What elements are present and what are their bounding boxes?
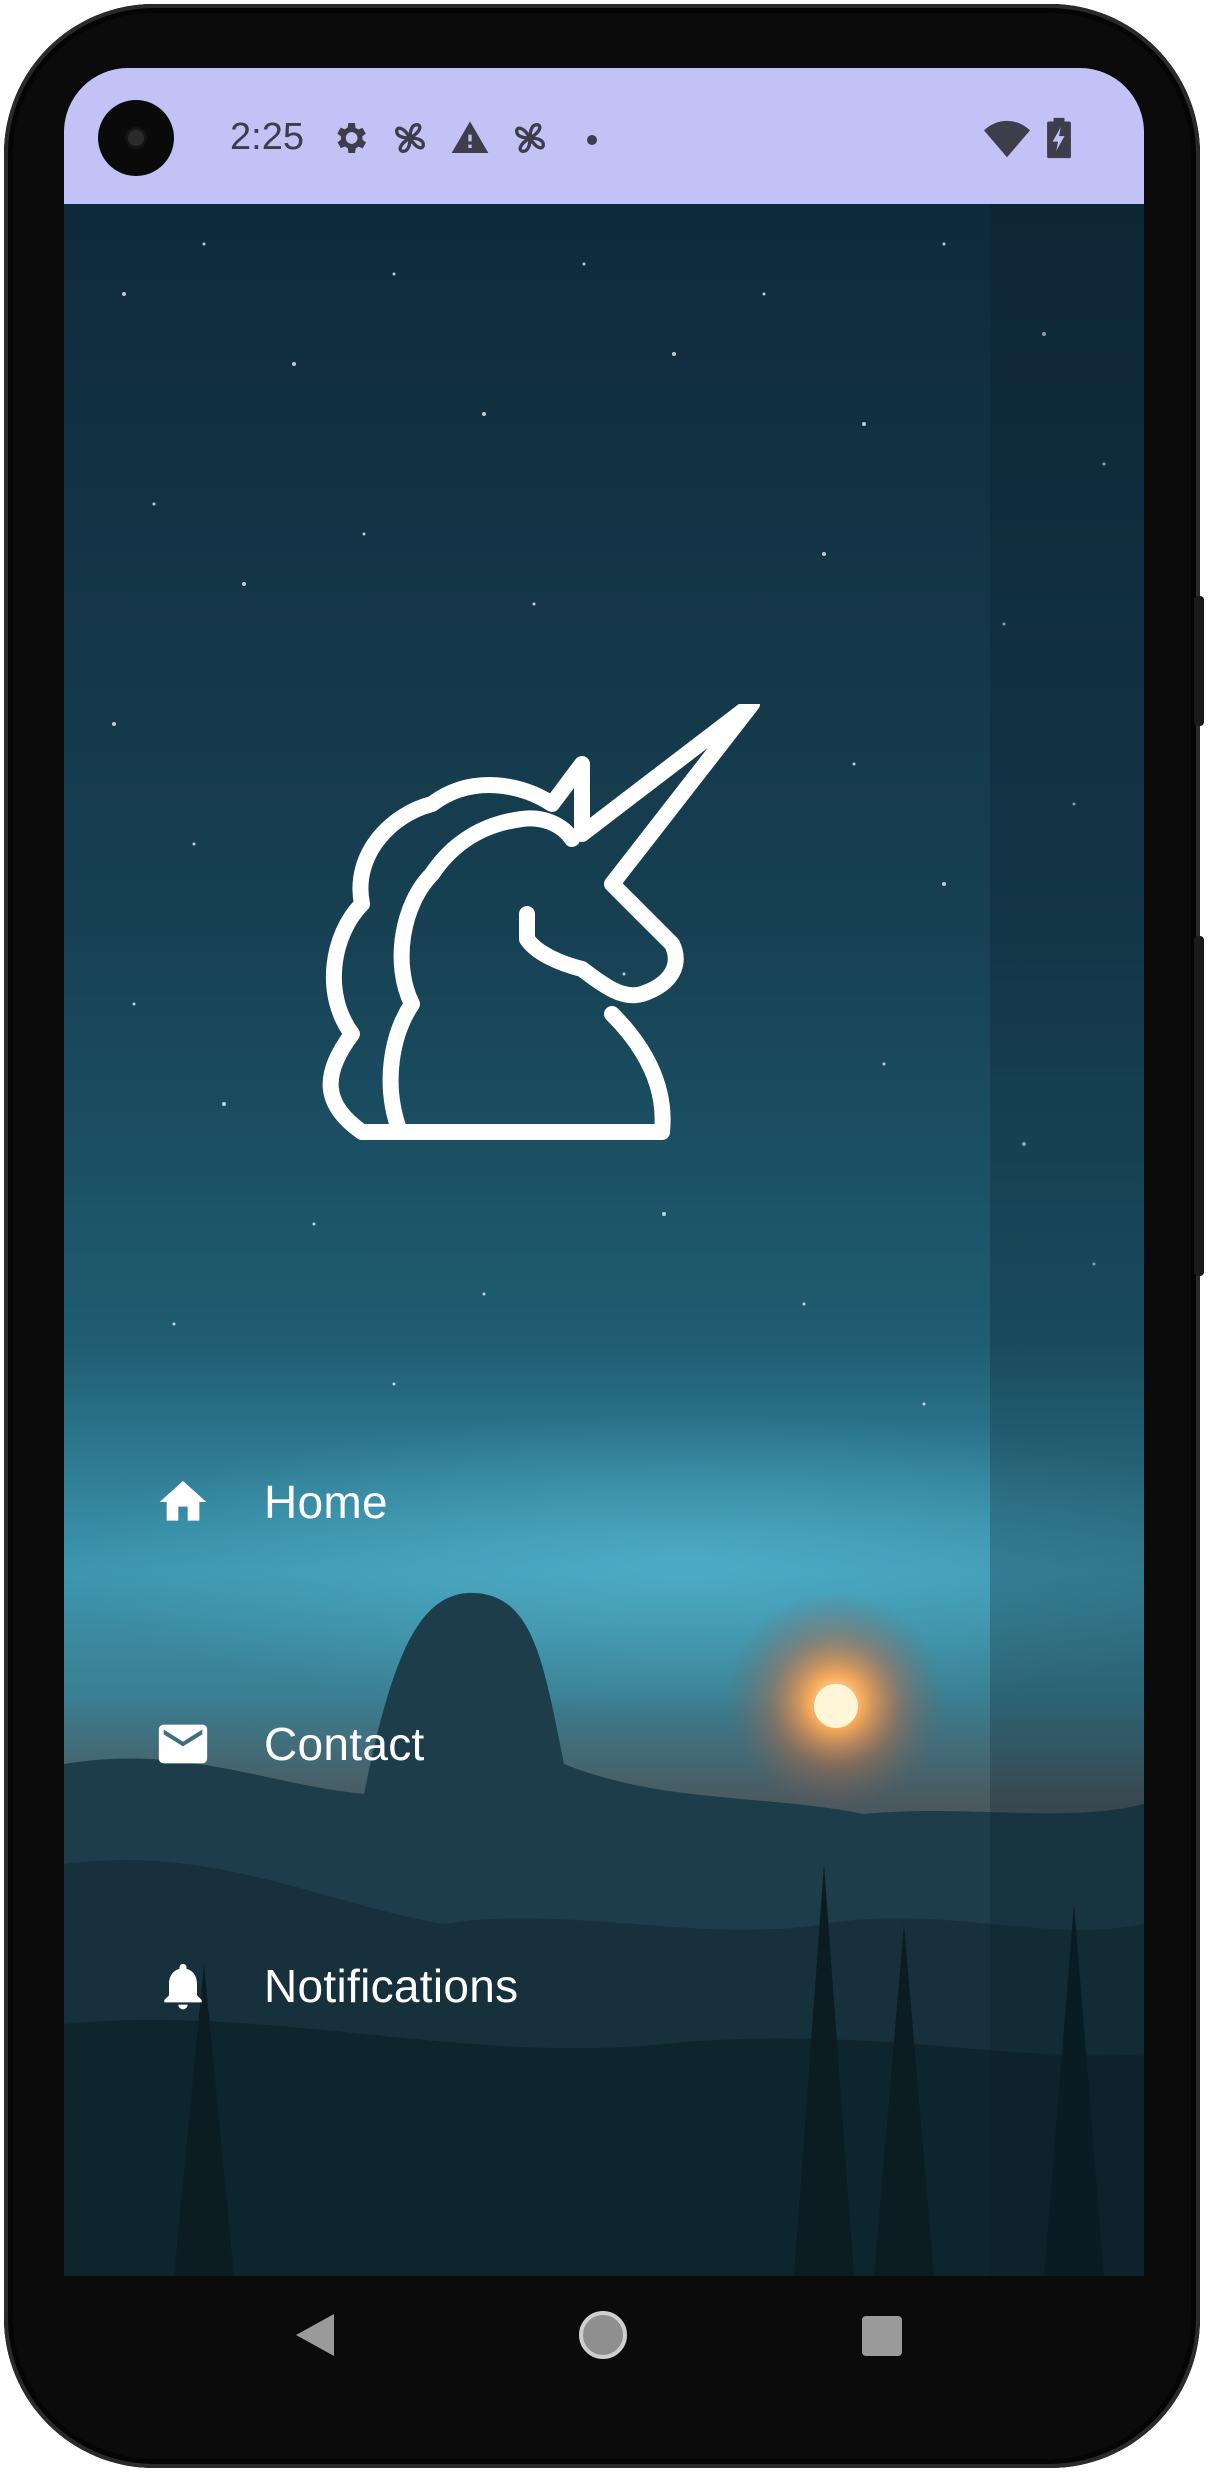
home-button[interactable] [576,2308,630,2362]
wifi-icon [984,120,1030,158]
status-bar: 2:25 [64,68,1144,204]
drawer-item-label: Home [264,1476,388,1528]
screen: 2:25 Home Contact Notifications [64,68,1144,2276]
drawer-item-notifications[interactable]: Notifications [150,1926,790,2046]
unicorn-icon [322,704,760,1140]
power-button [1194,936,1204,1276]
volume-button [1194,596,1204,726]
drawer-scrim-edge [990,204,1144,2276]
drawer-content: Home Contact Notifications [64,204,1144,2276]
mail-icon [150,1711,216,1777]
drawer-item-home[interactable]: Home [150,1442,790,1562]
front-camera [98,100,174,176]
battery-charging-icon [1047,117,1071,159]
settings-icon [337,123,366,153]
status-time: 2:25 [230,116,304,158]
home-icon [150,1469,216,1535]
fan-icon [394,122,426,154]
warning-icon [451,121,489,153]
phone-frame: 2:25 Home Contact Notifications [4,4,1204,2468]
recents-button[interactable] [860,2314,904,2358]
dot-icon [587,135,597,145]
bell-icon [150,1953,216,2019]
drawer-item-contact[interactable]: Contact [150,1684,790,1804]
drawer-item-label: Contact [264,1718,425,1770]
drawer-item-label: Notifications [264,1960,519,2012]
fan-icon [514,122,546,154]
back-button[interactable] [292,2310,336,2360]
